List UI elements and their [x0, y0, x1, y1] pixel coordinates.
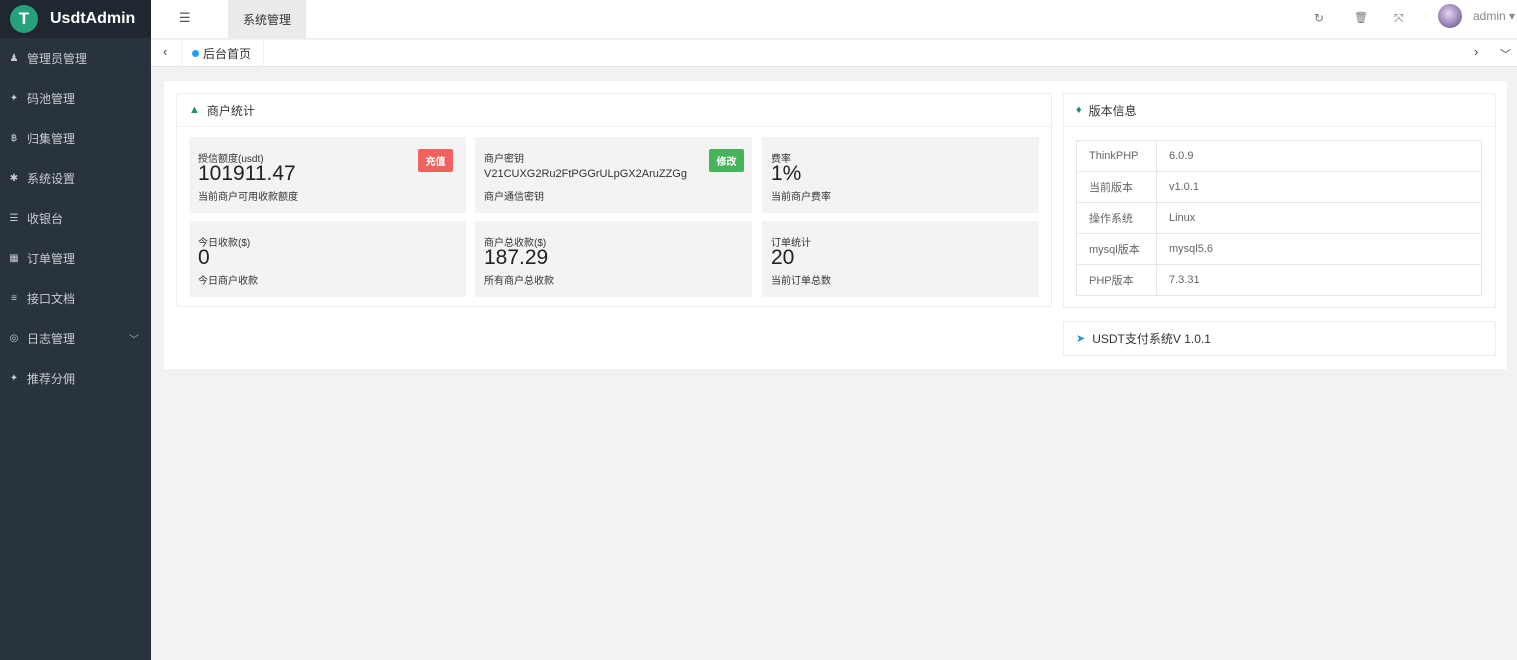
bitcoin-icon: ฿ — [10, 132, 18, 144]
version-value: 6.0.9 — [1156, 140, 1482, 172]
sidebar-item-label: 系统设置 — [27, 171, 76, 186]
refresh-icon[interactable]: ↻ — [1314, 11, 1324, 25]
stat-today-income: 今日收款($) 0 今日商户收款 — [189, 221, 466, 297]
warning-icon: ▲ — [189, 104, 200, 116]
merchant-stats-card: ▲ 商户统计 授信额度(usdt) 101911.47 当前商户可用收款额度 充… — [176, 93, 1052, 307]
card-header: ♦ 版本信息 — [1064, 94, 1495, 127]
stat-desc: 当前订单总数 — [771, 276, 831, 287]
table-row: 操作系统 Linux — [1076, 202, 1482, 234]
table-row: 当前版本 v1.0.1 — [1076, 171, 1482, 203]
user-menu[interactable]: admin ▾ — [1473, 9, 1515, 23]
calculator-icon: ▦ — [9, 252, 19, 264]
stat-value: 1% — [771, 162, 802, 185]
app-title: UsdtAdmin — [50, 10, 136, 27]
trash-icon[interactable]: 🗑 — [1354, 11, 1368, 24]
sidebar-item-label: 订单管理 — [27, 251, 76, 266]
stat-desc: 当前商户可用收款额度 — [198, 192, 298, 203]
version-key: ThinkPHP — [1076, 140, 1157, 172]
version-key: 操作系统 — [1076, 202, 1157, 234]
sidebar-item-collection[interactable]: ฿ 归集管理 — [0, 118, 151, 158]
card-title: USDT支付系统V 1.0.1 — [1092, 332, 1211, 346]
stat-value: 187.29 — [484, 246, 549, 269]
log-icon: ◎ — [9, 332, 19, 344]
dashboard-panel: ▲ 商户统计 授信额度(usdt) 101911.47 当前商户可用收款额度 充… — [164, 81, 1507, 369]
system-version-card: ➤ USDT支付系统V 1.0.1 — [1063, 321, 1496, 356]
sidebar-item-label: 管理员管理 — [27, 51, 88, 66]
tab-home[interactable]: 后台首页 — [181, 40, 265, 67]
doc-icon: ≡ — [11, 292, 17, 304]
sidebar: T UsdtAdmin ♟ 管理员管理 ✦ 码池管理 ฿ 归集管理 ✱ 系统设置… — [0, 0, 151, 660]
menu-toggle-icon[interactable]: ☰ — [179, 10, 191, 26]
stat-value: 0 — [198, 246, 210, 269]
card-header: ➤ USDT支付系统V 1.0.1 — [1064, 322, 1495, 355]
version-value: mysql5.6 — [1156, 233, 1482, 265]
version-key: mysql版本 — [1076, 233, 1157, 265]
avatar[interactable] — [1438, 4, 1462, 28]
stat-label: 商户密钥 — [484, 154, 524, 165]
stat-desc: 当前商户费率 — [771, 192, 831, 203]
sidebar-item-code-pool[interactable]: ✦ 码池管理 — [0, 78, 151, 118]
version-key: PHP版本 — [1076, 264, 1157, 296]
table-row: ThinkPHP 6.0.9 — [1076, 140, 1482, 172]
sidebar-item-label: 码池管理 — [27, 91, 76, 106]
top-header: ☰ 系统管理 ↻ 🗑 ⤧ admin ▾ — [151, 0, 1517, 39]
user-icon: ♟ — [9, 52, 19, 64]
version-value: Linux — [1156, 202, 1482, 234]
stat-desc: 商户通信密钥 — [484, 192, 544, 203]
stat-desc: 所有商户总收款 — [484, 276, 554, 287]
table-row: PHP版本 7.3.31 — [1076, 264, 1482, 296]
sidebar-item-logs[interactable]: ◎ 日志管理 ﹀ — [0, 318, 151, 358]
tab-bar: ‹ 后台首页 › ﹀ — [151, 40, 1517, 67]
tab-next-icon[interactable]: › — [1474, 44, 1478, 59]
sidebar-item-label: 日志管理 — [27, 331, 76, 346]
stat-fee-rate: 费率 1% 当前商户费率 — [762, 137, 1039, 213]
sidebar-item-api-docs[interactable]: ≡ 接口文档 — [0, 278, 151, 318]
gear-icon: ✱ — [9, 172, 19, 184]
card-title: 商户统计 — [206, 103, 255, 118]
stat-total-income: 商户总收款($) 187.29 所有商户总收款 — [475, 221, 752, 297]
sidebar-item-system-settings[interactable]: ✱ 系统设置 — [0, 158, 151, 198]
version-value: v1.0.1 — [1156, 171, 1482, 203]
tab-prev-icon[interactable]: ‹ — [163, 44, 167, 59]
android-icon: ✦ — [9, 92, 19, 104]
edit-key-button[interactable]: 修改 — [709, 149, 744, 172]
stat-desc: 今日商户收款 — [198, 276, 258, 287]
version-value: 7.3.31 — [1156, 264, 1482, 296]
sidebar-item-label: 收银台 — [27, 211, 64, 226]
sidebar-item-referral[interactable]: ✦ 推荐分佣 — [0, 358, 151, 398]
merchant-key-value: V21CUXG2Ru2FtPGGrULpGX2AruZZGg — [484, 168, 687, 180]
sidebar-item-label: 推荐分佣 — [27, 371, 76, 386]
sidebar-item-admin-management[interactable]: ♟ 管理员管理 — [0, 38, 151, 78]
card-title: 版本信息 — [1088, 103, 1137, 118]
recharge-button[interactable]: 充值 — [418, 149, 453, 172]
sidebar-item-cashier[interactable]: ☰ 收银台 — [0, 198, 151, 238]
card-header: ▲ 商户统计 — [177, 94, 1051, 127]
table-row: mysql版本 mysql5.6 — [1076, 233, 1482, 265]
stat-merchant-key: 商户密钥 V21CUXG2Ru2FtPGGrULpGX2AruZZGg 商户通信… — [475, 137, 752, 213]
version-table: ThinkPHP 6.0.9 当前版本 v1.0.1 操作系统 Linux my… — [1076, 140, 1482, 296]
paper-plane-icon: ➤ — [1076, 333, 1086, 345]
sidebar-item-label: 归集管理 — [27, 131, 76, 146]
fullscreen-icon[interactable]: ⤧ — [1394, 11, 1404, 26]
active-dot-icon — [192, 50, 199, 57]
stat-credit-limit: 授信额度(usdt) 101911.47 当前商户可用收款额度 充值 — [189, 137, 466, 213]
sidebar-item-label: 接口文档 — [27, 291, 76, 306]
tab-home-label: 后台首页 — [203, 47, 252, 61]
tab-system-management[interactable]: 系统管理 — [228, 0, 306, 39]
tab-more-icon[interactable]: ﹀ — [1500, 46, 1511, 62]
stat-order-count: 订单统计 20 当前订单总数 — [762, 221, 1039, 297]
tether-logo-icon: T — [10, 5, 38, 33]
version-key: 当前版本 — [1076, 171, 1157, 203]
stat-value: 20 — [771, 246, 795, 269]
chevron-down-icon[interactable]: ﹀ — [129, 331, 139, 346]
logo[interactable]: T UsdtAdmin — [0, 0, 151, 38]
sidebar-item-orders[interactable]: ▦ 订单管理 — [0, 238, 151, 278]
version-info-card: ♦ 版本信息 ThinkPHP 6.0.9 当前版本 v1.0.1 操作系统 L… — [1063, 93, 1496, 308]
android-icon: ✦ — [9, 372, 19, 384]
list-icon: ☰ — [9, 212, 19, 224]
fire-icon: ♦ — [1076, 104, 1082, 116]
stat-value: 101911.47 — [198, 162, 296, 185]
